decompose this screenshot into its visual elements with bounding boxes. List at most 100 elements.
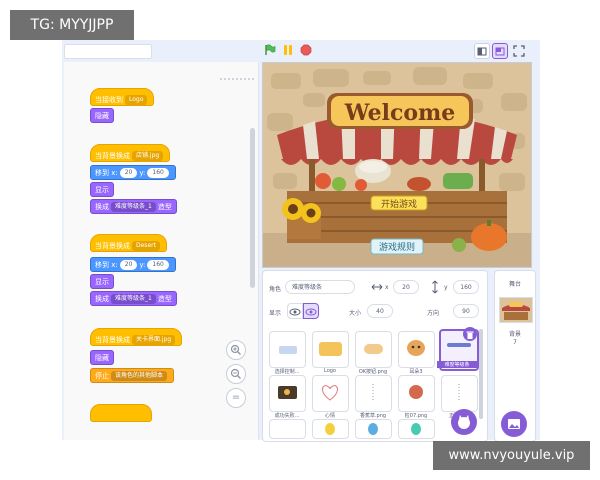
block-label: y: [139, 261, 146, 269]
sprite-name: 粒07.png [404, 413, 428, 419]
backdrop-dropdown[interactable]: 关卡界面.jpg [132, 335, 176, 345]
stop-block[interactable]: 停止 该角色的其他脚本 [90, 368, 175, 383]
go-to-xy-block[interactable]: 移到 x: 20 y: 160 [90, 257, 176, 272]
sprite-image [407, 340, 425, 356]
x-arrows-icon [371, 284, 383, 290]
y-input[interactable]: 160 [147, 168, 169, 178]
when-receive-hat-block[interactable]: 当接收到 Logo [90, 88, 155, 106]
sprite-list-scrollbar[interactable] [479, 329, 483, 419]
sprite-name: 难度等级条 [437, 361, 477, 368]
block-label: 停止 [95, 372, 109, 380]
small-stage-button[interactable] [474, 43, 490, 59]
sprite-thumbnail[interactable] [312, 331, 349, 368]
hide-sprite-button[interactable] [303, 303, 319, 319]
x-input[interactable]: 20 [119, 168, 138, 178]
sprite-name: 香蕉草.png [359, 413, 387, 419]
block-label: 换成 [95, 295, 109, 303]
x-input[interactable]: 20 [119, 260, 138, 270]
x-field[interactable]: 20 [393, 280, 419, 294]
message-dropdown[interactable]: Logo [125, 95, 148, 105]
block-label: 当背景换成 [95, 242, 130, 250]
block-label: 造型 [157, 295, 172, 303]
sprite-thumbnail[interactable] [312, 419, 349, 439]
when-backdrop-hat-block[interactable]: 当背景换成 关卡界面.jpg [90, 328, 183, 346]
normal-stage-button[interactable] [492, 43, 508, 59]
sprite-thumbnail[interactable] [441, 375, 478, 412]
block-label: 移到 x: [95, 261, 118, 269]
code-area[interactable]: 当接收到 Logo 隐藏 当背景换成 店铺.jpg 移到 x: 20 y: 160 显示 … [64, 62, 259, 440]
direction-label: 方向 [427, 310, 440, 317]
switch-costume-block[interactable]: 换成 难度等级条_1 造型 [90, 291, 177, 306]
stop-icon[interactable] [300, 44, 312, 56]
show-sprite-button[interactable] [287, 303, 303, 319]
sprite-thumbnail[interactable] [398, 419, 435, 439]
backdrop-thumbnail[interactable] [499, 297, 533, 323]
sprite-thumbnail[interactable] [269, 375, 306, 412]
block-label: 移到 x: [95, 169, 118, 177]
direction-field[interactable]: 90 [453, 304, 479, 318]
sprite-name: 心情 [324, 413, 335, 419]
block-label: 造型 [157, 203, 172, 211]
fullscreen-icon [513, 45, 525, 57]
sprite-thumbnail[interactable] [398, 375, 435, 412]
block-label: 显示 [95, 278, 109, 286]
hide-block[interactable]: 隐藏 [90, 108, 114, 123]
stage-selector-panel[interactable]: 舞台 背景 7 [494, 270, 536, 442]
backdrop-dropdown[interactable]: 店铺.jpg [132, 151, 164, 161]
size-field[interactable]: 40 [367, 304, 393, 318]
block-label: 当背景换成 [95, 152, 130, 160]
stage-canvas[interactable]: Welcome 开始游戏 游戏规则 [262, 62, 532, 268]
sprite-thumbnail[interactable] [355, 331, 392, 368]
welcome-sign-text: Welcome [344, 100, 456, 126]
zoom-reset-button[interactable]: = [226, 388, 246, 408]
zoom-out-button[interactable] [226, 364, 246, 384]
costume-dropdown[interactable]: 难度等级条_1 [111, 202, 156, 212]
sprite-thumbnail[interactable] [269, 419, 306, 439]
show-block[interactable]: 显示 [90, 182, 114, 197]
sprite-thumbnail[interactable] [355, 419, 392, 439]
sprite-name-field[interactable]: 难度等级条 [285, 280, 355, 294]
sprite-image [319, 342, 342, 356]
y-input[interactable]: 160 [147, 260, 169, 270]
normal-stage-icon [495, 47, 505, 56]
block-label: 隐藏 [95, 354, 109, 362]
switch-costume-block[interactable]: 换成 难度等级条_1 造型 [90, 199, 177, 214]
block-label: 显示 [95, 186, 109, 194]
backdrops-label: 背景 [508, 331, 521, 338]
stage-header [258, 40, 540, 62]
stop-dropdown[interactable]: 该角色的其他脚本 [111, 371, 168, 381]
when-backdrop-hat-block[interactable]: 当背景换成 Desert [90, 234, 167, 252]
choose-sprite-button[interactable] [451, 409, 477, 435]
code-area-divider [220, 78, 254, 80]
sprite-thumbnail[interactable] [355, 375, 392, 412]
partial-hat-block[interactable] [90, 404, 152, 422]
code-scrollbar[interactable] [250, 128, 255, 288]
green-flag-icon[interactable] [264, 44, 276, 56]
search-field[interactable] [64, 44, 152, 59]
choose-backdrop-button[interactable] [501, 411, 527, 437]
go-to-xy-block[interactable]: 移到 x: 20 y: 160 [90, 165, 176, 180]
sprite-image [322, 385, 338, 401]
sprite-thumbnail[interactable] [269, 331, 306, 368]
small-stage-icon [477, 47, 487, 56]
y-label: y [444, 284, 448, 291]
sprite-info-panel: 角色 难度等级条 x 20 y 160 显示 大小 40 方向 90 选择控制.… [262, 270, 488, 442]
sprite-thumbnail[interactable] [312, 375, 349, 412]
zoom-in-icon [230, 344, 241, 355]
sprite-thumbnail[interactable] [398, 331, 435, 368]
y-field[interactable]: 160 [453, 280, 479, 294]
delete-sprite-button[interactable] [463, 327, 477, 341]
block-label: 隐藏 [95, 112, 109, 120]
zoom-in-button[interactable] [226, 340, 246, 360]
show-block[interactable]: 显示 [90, 274, 114, 289]
costume-dropdown[interactable]: 难度等级条_1 [111, 294, 156, 304]
pause-icon[interactable] [282, 44, 294, 56]
y-arrows-icon [432, 280, 438, 294]
watermark-badge: TG: MYYJJPP [10, 10, 134, 40]
backdrop-dropdown[interactable]: Desert [132, 241, 160, 251]
when-backdrop-hat-block[interactable]: 当背景换成 店铺.jpg [90, 144, 171, 162]
fullscreen-button[interactable] [512, 43, 526, 57]
hide-block[interactable]: 隐藏 [90, 350, 114, 365]
url-watermark: www.nvyouyule.vip [433, 441, 590, 470]
sprite-name: 耳朵3 [409, 369, 423, 375]
